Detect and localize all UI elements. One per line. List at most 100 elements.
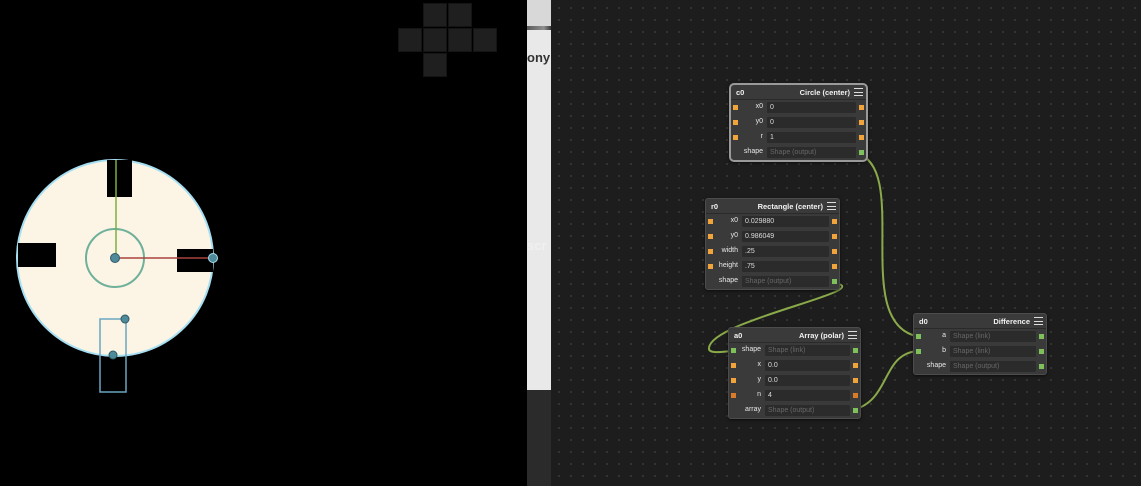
node-row: b Shape (link): [914, 344, 1046, 359]
node-a0-array[interactable]: a0 Array (polar) shape Shape (link) x 0.…: [728, 327, 861, 419]
input-port[interactable]: [733, 105, 738, 110]
rect-corner-handle[interactable]: [120, 314, 130, 324]
value-field[interactable]: 0.0: [765, 375, 850, 386]
output-port[interactable]: [853, 393, 858, 398]
wire-c0-to-d0a[interactable]: [856, 152, 917, 337]
node-id: c0: [736, 87, 745, 97]
node-row: n 4: [729, 388, 860, 403]
output-port[interactable]: [1039, 349, 1044, 354]
shape-viewport[interactable]: [0, 0, 527, 486]
node-row: shape Shape (output): [706, 274, 839, 289]
input-port[interactable]: [733, 135, 738, 140]
node-row: height .75: [706, 259, 839, 274]
output-port[interactable]: [832, 219, 837, 224]
output-port[interactable]: [1039, 334, 1044, 339]
node-id: d0: [919, 316, 928, 326]
value-field[interactable]: 0: [767, 102, 856, 113]
row-label: r: [760, 133, 763, 140]
input-port[interactable]: [708, 264, 713, 269]
background-toolbar: [527, 0, 551, 26]
output-port[interactable]: [832, 264, 837, 269]
node-r0-rectangle[interactable]: r0 Rectangle (center) x0 0.029880 y0 0.9…: [705, 198, 840, 290]
node-graph-canvas[interactable]: c0 Circle (center) x0 0 y0 0 r 1 shape S…: [551, 0, 1141, 486]
output-port[interactable]: [859, 105, 864, 110]
background-text: ony: [527, 50, 551, 65]
output-port[interactable]: [832, 234, 837, 239]
output-field: Shape (output): [950, 361, 1036, 372]
background-image: [527, 390, 551, 486]
value-field[interactable]: 0.029880: [742, 216, 829, 227]
output-port[interactable]: [832, 249, 837, 254]
value-field[interactable]: .75: [742, 261, 829, 272]
menu-icon[interactable]: [827, 202, 836, 210]
node-row: y 0.0: [729, 373, 860, 388]
link-field: Shape (link): [950, 331, 1036, 342]
shape-output-port[interactable]: [1039, 364, 1044, 369]
row-label: b: [942, 347, 946, 354]
row-label: y0: [730, 232, 738, 239]
background-text: scr: [527, 238, 547, 253]
node-row: shape Shape (link): [729, 343, 860, 358]
output-field: Shape (output): [767, 147, 856, 158]
value-field[interactable]: 1: [767, 132, 856, 143]
link-field: Shape (link): [950, 346, 1036, 357]
node-row: shape Shape (output): [731, 145, 866, 160]
row-label: x: [757, 361, 762, 368]
node-header[interactable]: r0 Rectangle (center): [706, 199, 839, 214]
shape-input-port[interactable]: [731, 348, 736, 353]
node-header[interactable]: c0 Circle (center): [731, 85, 866, 100]
wire-a0-to-d0b[interactable]: [852, 350, 918, 411]
value-field[interactable]: 4: [765, 390, 850, 401]
shape-output-port[interactable]: [859, 150, 864, 155]
value-field[interactable]: 0.0: [765, 360, 850, 371]
value-field[interactable]: .25: [742, 246, 829, 257]
output-port[interactable]: [859, 120, 864, 125]
preview-cell: [423, 53, 447, 77]
node-type: Rectangle (center): [757, 201, 823, 211]
output-port[interactable]: [859, 135, 864, 140]
shape-output-port[interactable]: [832, 279, 837, 284]
shape-input-port[interactable]: [916, 349, 921, 354]
node-d0-difference[interactable]: d0 Difference a Shape (link) b Shape (li…: [913, 313, 1047, 375]
output-port[interactable]: [853, 363, 858, 368]
preview-cell: [398, 28, 422, 52]
node-row: x 0.0: [729, 358, 860, 373]
node-id: r0: [711, 201, 719, 211]
node-header[interactable]: a0 Array (polar): [729, 328, 860, 343]
node-header[interactable]: d0 Difference: [914, 314, 1046, 329]
input-port[interactable]: [731, 363, 736, 368]
row-label: x0: [730, 217, 738, 224]
input-port[interactable]: [731, 393, 736, 398]
menu-icon[interactable]: [854, 88, 863, 96]
menu-icon[interactable]: [848, 331, 857, 339]
radius-handle[interactable]: [208, 253, 218, 263]
rect-center-handle[interactable]: [108, 350, 118, 360]
row-label: x0: [755, 103, 763, 110]
row-label: shape: [743, 148, 763, 155]
shape-output-port[interactable]: [853, 408, 858, 413]
row-label: shape: [718, 277, 738, 284]
input-port[interactable]: [708, 249, 713, 254]
center-handle[interactable]: [110, 253, 120, 263]
row-label: height: [718, 262, 738, 269]
row-label: shape: [741, 346, 761, 353]
menu-icon[interactable]: [1034, 317, 1043, 325]
row-label: shape: [926, 362, 946, 369]
value-field[interactable]: 0.986049: [742, 231, 829, 242]
row-label: y: [757, 376, 762, 383]
input-port[interactable]: [733, 120, 738, 125]
node-id: a0: [734, 330, 743, 340]
input-port[interactable]: [708, 234, 713, 239]
preview-cell: [448, 3, 472, 27]
output-port[interactable]: [853, 378, 858, 383]
output-port[interactable]: [853, 348, 858, 353]
value-field[interactable]: 0: [767, 117, 856, 128]
input-port[interactable]: [731, 378, 736, 383]
input-port[interactable]: [708, 219, 713, 224]
background-window[interactable]: ony scr: [527, 0, 551, 486]
node-type: Difference: [993, 316, 1030, 326]
node-c0-circle[interactable]: c0 Circle (center) x0 0 y0 0 r 1 shape S…: [729, 83, 868, 162]
shape-input-port[interactable]: [916, 334, 921, 339]
cutout-left: [18, 243, 56, 267]
node-row: x0 0.029880: [706, 214, 839, 229]
